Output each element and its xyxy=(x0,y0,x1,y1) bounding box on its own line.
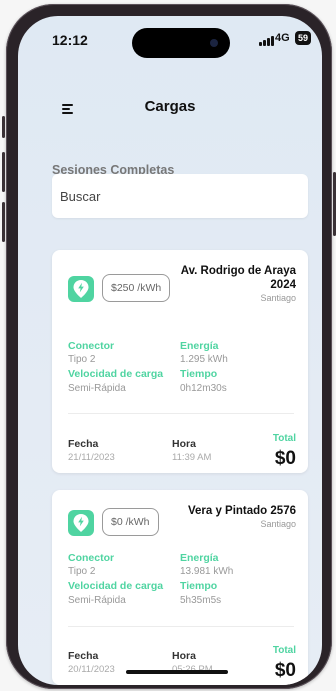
page-title: Cargas xyxy=(144,98,196,115)
silent-switch xyxy=(2,116,5,138)
energy-value: 1.295 kWh xyxy=(180,354,228,365)
station-address: Av. Rodrigo de Araya 2024 Santiago xyxy=(181,264,296,304)
price-badge: $0 /kWh xyxy=(102,508,159,536)
date-label: Fecha xyxy=(68,438,99,450)
address-line: Vera y Pintado 2576 xyxy=(187,505,296,517)
total-value: $0 xyxy=(274,660,296,681)
time-value: 0h12m30s xyxy=(180,383,227,394)
date-value: 20/11/2023 xyxy=(68,664,115,675)
dynamic-island xyxy=(132,28,230,58)
energy-label: Energía xyxy=(180,552,219,564)
hour-value: 11:39 AM xyxy=(172,452,212,463)
energy-label: Energía xyxy=(180,340,219,352)
address-line: 2024 xyxy=(270,279,296,291)
search-input[interactable] xyxy=(52,174,308,218)
hour-label: Hora xyxy=(172,438,196,450)
connector-label: Conector xyxy=(68,552,115,564)
connector-value: Tipo 2 xyxy=(68,354,96,365)
charging-station-icon xyxy=(68,276,94,302)
total-label: Total xyxy=(272,433,296,444)
volume-down-button xyxy=(2,202,5,242)
station-address: Vera y Pintado 2576 Santiago xyxy=(188,504,296,530)
speed-value: Semi-Rápida xyxy=(68,383,126,394)
date-label: Fecha xyxy=(68,650,99,662)
charging-station-icon xyxy=(68,510,94,536)
signal-icon xyxy=(259,36,274,46)
time-label: Tiempo xyxy=(180,368,218,380)
network-type: 4G xyxy=(275,32,290,44)
address-line: Av. Rodrigo de Araya xyxy=(180,265,296,277)
connector-value: Tipo 2 xyxy=(68,566,96,577)
speed-label: Velocidad de carga xyxy=(68,368,164,380)
connector-label: Conector xyxy=(68,340,115,352)
price-badge: $250 /kWh xyxy=(102,274,171,302)
status-bar: 12:12 4G 59 xyxy=(18,16,322,58)
station-city: Santiago xyxy=(260,519,296,529)
total-label: Total xyxy=(272,645,296,656)
home-indicator[interactable] xyxy=(126,670,228,674)
status-time: 12:12 xyxy=(52,32,88,48)
speed-value: Semi-Rápida xyxy=(68,595,126,606)
time-value: 5h35m5s xyxy=(180,595,222,606)
session-card[interactable]: $250 /kWh Av. Rodrigo de Araya 2024 Sant… xyxy=(52,250,308,473)
divider xyxy=(68,626,294,627)
hour-label: Hora xyxy=(172,650,196,662)
app-screen: 12:12 4G 59 Cargas Sesiones Completas $2… xyxy=(18,16,322,685)
divider xyxy=(68,413,294,414)
speed-label: Velocidad de carga xyxy=(68,580,164,592)
energy-value: 13.981 kWh xyxy=(180,566,234,577)
total-value: $0 xyxy=(274,448,296,469)
camera-icon xyxy=(210,39,218,47)
battery-icon: 59 xyxy=(295,31,312,45)
session-card[interactable]: $0 /kWh Vera y Pintado 2576 Santiago Con… xyxy=(52,490,308,685)
time-label: Tiempo xyxy=(180,580,218,592)
station-city: Santiago xyxy=(260,293,296,303)
volume-up-button xyxy=(2,152,5,192)
date-value: 21/11/2023 xyxy=(68,452,115,463)
